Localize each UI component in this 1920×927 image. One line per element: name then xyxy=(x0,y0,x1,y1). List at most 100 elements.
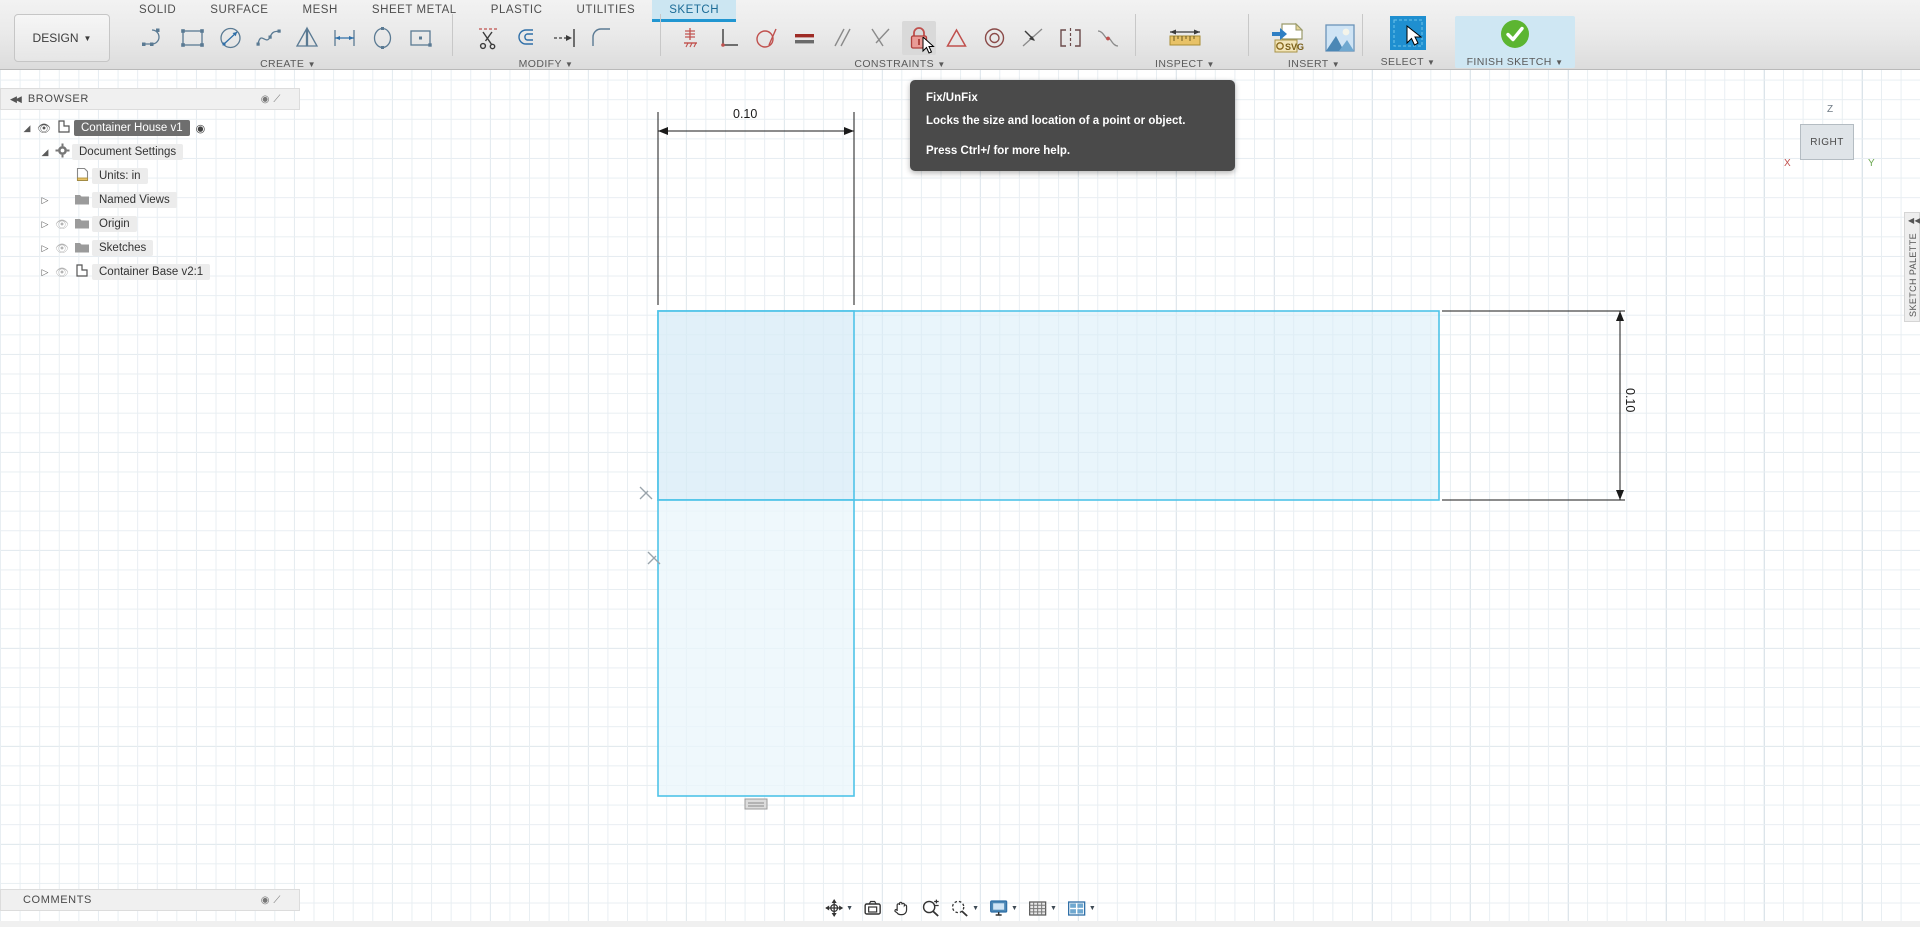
comments-options-icon[interactable]: ◉ ⟋ xyxy=(261,895,281,906)
pan-hand-icon[interactable] xyxy=(892,899,911,918)
ribbon-group-insert-label[interactable]: INSERT ▼ xyxy=(1262,58,1366,70)
component-icon xyxy=(72,263,92,281)
sketch-palette-tab[interactable]: ◀◀ SKETCH PALETTE xyxy=(1904,212,1920,322)
ribbon-group-inspect-label[interactable]: INSPECT ▼ xyxy=(1155,58,1215,70)
eye-hidden-icon[interactable]: 👁 xyxy=(52,218,72,231)
chevron-down-icon[interactable]: ▼ xyxy=(846,905,853,912)
panel-options-icon[interactable]: ◉ ⟋ xyxy=(261,94,281,105)
tab-surface[interactable]: SURFACE xyxy=(193,0,285,22)
parallel-icon[interactable] xyxy=(826,21,860,55)
chevron-down-icon[interactable]: ▼ xyxy=(1011,905,1018,912)
expand-arrow-icon[interactable] xyxy=(38,243,52,254)
dimension-value-horizontal[interactable]: 0.10 xyxy=(733,107,757,121)
pan-control[interactable] xyxy=(892,899,911,918)
zoom-control[interactable] xyxy=(921,899,940,918)
tab-sheet-metal[interactable]: SHEET METAL xyxy=(355,0,474,22)
expand-arrow-icon[interactable] xyxy=(38,219,52,230)
tree-node-units[interactable]: Units: in xyxy=(0,164,300,188)
circle-icon[interactable] xyxy=(214,21,248,55)
select-window-icon[interactable] xyxy=(1385,14,1431,54)
viewport-layout-control[interactable]: ▼ xyxy=(1067,899,1096,918)
trim-icon[interactable] xyxy=(472,21,506,55)
chevron-down-icon[interactable]: ▼ xyxy=(1089,905,1096,912)
chevron-down-icon[interactable]: ▼ xyxy=(972,905,979,912)
symmetry-icon[interactable] xyxy=(1054,21,1088,55)
tree-node-sketches[interactable]: 👁 Sketches xyxy=(0,236,300,260)
horizontal-vertical-icon[interactable] xyxy=(864,21,898,55)
orbit-control[interactable]: ▼ xyxy=(824,899,853,918)
dimension-value-vertical[interactable]: 0.10 xyxy=(1623,388,1637,412)
tab-solid[interactable]: SOLID xyxy=(122,0,193,22)
dimension-icon[interactable] xyxy=(328,21,362,55)
grid-snaps-control[interactable]: ▼ xyxy=(1028,899,1057,918)
line-icon[interactable] xyxy=(138,21,172,55)
collapse-right-icon[interactable]: ◀◀ xyxy=(1908,216,1920,225)
spline-icon[interactable] xyxy=(252,21,286,55)
display-settings-icon[interactable] xyxy=(989,899,1008,918)
expand-arrow-icon[interactable] xyxy=(20,123,34,134)
collapse-left-icon[interactable]: ◀◀ xyxy=(10,94,22,105)
fit-icon[interactable] xyxy=(950,899,969,918)
coincident-icon[interactable] xyxy=(674,21,708,55)
tangent-icon[interactable] xyxy=(750,21,784,55)
fillet-icon[interactable] xyxy=(586,21,620,55)
concentric-icon[interactable] xyxy=(978,21,1012,55)
collinear-icon[interactable] xyxy=(1016,21,1050,55)
insert-image-icon[interactable] xyxy=(1317,18,1363,58)
ribbon-divider-4 xyxy=(1248,14,1249,56)
ribbon-group-finish-sketch[interactable]: FINISH SKETCH ▼ xyxy=(1455,16,1575,68)
curvature-icon[interactable] xyxy=(1092,21,1126,55)
tab-mesh[interactable]: MESH xyxy=(285,0,354,22)
eye-hidden-icon[interactable]: 👁 xyxy=(52,242,72,255)
workspace-switcher-button[interactable]: DESIGN ▼ xyxy=(14,14,110,62)
chevron-down-icon[interactable]: ▼ xyxy=(1050,905,1057,912)
rectangle-icon[interactable] xyxy=(176,21,210,55)
finish-sketch-check-icon[interactable] xyxy=(1492,14,1538,54)
browser-panel-title: BROWSER xyxy=(27,93,89,105)
ellipse-icon[interactable] xyxy=(366,21,400,55)
tree-node-document-settings[interactable]: Document Settings xyxy=(0,140,300,164)
eye-visible-icon[interactable]: 👁 xyxy=(34,122,54,135)
activate-component-radio[interactable]: ◉ xyxy=(196,122,206,135)
perpendicular-icon[interactable] xyxy=(712,21,746,55)
point-rectangle-icon[interactable] xyxy=(404,21,438,55)
tree-node-container-base[interactable]: 👁 Container Base v2:1 xyxy=(0,260,300,284)
mirror-icon[interactable] xyxy=(290,21,324,55)
extend-icon[interactable] xyxy=(548,21,582,55)
folder-icon xyxy=(72,240,92,257)
ribbon-group-constraints-label[interactable]: CONSTRAINTS ▼ xyxy=(672,58,1128,70)
ribbon-group-finish-sketch-label[interactable]: FINISH SKETCH ▼ xyxy=(1455,56,1575,68)
offset-icon[interactable] xyxy=(510,21,544,55)
pan-look-at-icon[interactable] xyxy=(863,899,882,918)
viewport-layout-icon[interactable] xyxy=(1067,899,1086,918)
ribbon-group-select-label[interactable]: SELECT ▼ xyxy=(1373,56,1443,68)
component-icon xyxy=(54,119,74,137)
orbit-icon[interactable] xyxy=(824,899,843,918)
view-cube-face[interactable]: RIGHT xyxy=(1800,124,1854,160)
midpoint-icon[interactable] xyxy=(940,21,974,55)
tree-node-container-house[interactable]: 👁 Container House v1 ◉ xyxy=(0,116,300,140)
view-cube[interactable]: Z RIGHT Y X xyxy=(1778,100,1878,192)
ribbon-group-create-label[interactable]: CREATE ▼ xyxy=(136,58,440,70)
axis-label-y: Y xyxy=(1868,158,1875,169)
equal-icon[interactable] xyxy=(788,21,822,55)
insert-svg-icon[interactable]: SVG xyxy=(1265,18,1311,58)
tree-node-origin[interactable]: 👁 Origin xyxy=(0,212,300,236)
measure-icon[interactable] xyxy=(1162,18,1208,58)
tab-sketch[interactable]: SKETCH xyxy=(652,0,737,22)
ribbon-group-modify-label[interactable]: MODIFY ▼ xyxy=(470,58,622,70)
display-settings-control[interactable]: ▼ xyxy=(989,899,1018,918)
expand-arrow-icon[interactable] xyxy=(38,147,52,158)
expand-arrow-icon[interactable] xyxy=(38,195,52,206)
grid-snaps-icon[interactable] xyxy=(1028,899,1047,918)
fix-unfix-icon[interactable] xyxy=(902,21,936,55)
look-at-control[interactable] xyxy=(863,899,882,918)
tree-node-named-views[interactable]: Named Views xyxy=(0,188,300,212)
expand-arrow-icon[interactable] xyxy=(38,267,52,278)
eye-hidden-icon[interactable]: 👁 xyxy=(52,266,72,279)
zoom-icon[interactable] xyxy=(921,899,940,918)
tab-plastic[interactable]: PLASTIC xyxy=(474,0,560,22)
comments-panel-header[interactable]: COMMENTS ◉ ⟋ xyxy=(0,889,300,911)
tab-utilities[interactable]: UTILITIES xyxy=(560,0,653,22)
fit-control[interactable]: ▼ xyxy=(950,899,979,918)
